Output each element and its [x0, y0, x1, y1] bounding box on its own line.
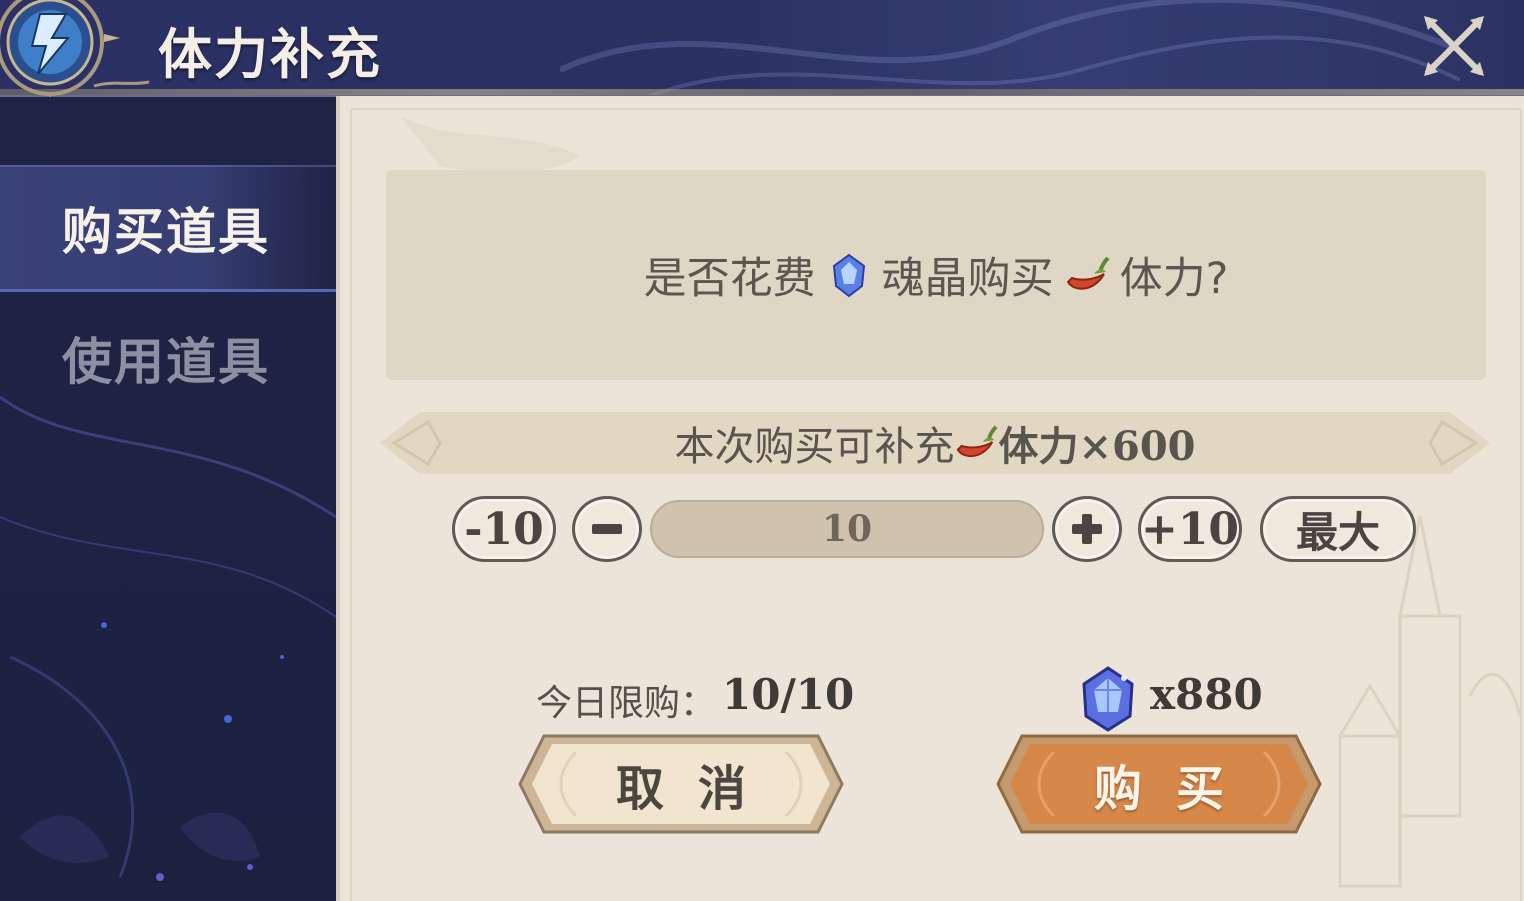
- ribbon-prefix: 本次购买可补充: [674, 424, 955, 470]
- plus-icon: [1072, 514, 1102, 544]
- tab-buy-items-label: 购买道具: [62, 202, 270, 261]
- tab-use-items-label: 使用道具: [62, 332, 270, 391]
- soul-crystal-icon: [1082, 666, 1134, 732]
- daily-limit-value: 10/10: [722, 670, 855, 719]
- stamina-pepper-icon: [1064, 252, 1110, 298]
- soul-crystal-icon: [826, 252, 872, 298]
- title-bar: 体力补充: [0, 0, 1524, 97]
- cost-value: x880: [1150, 670, 1263, 719]
- minus-10-button[interactable]: -10: [452, 496, 556, 562]
- close-icon: [1424, 16, 1484, 76]
- tab-buy-items[interactable]: 购买道具: [0, 165, 336, 292]
- page-title: 体力补充: [158, 22, 382, 86]
- minus-icon: [592, 524, 622, 534]
- buy-button[interactable]: 购买: [994, 732, 1324, 836]
- plus-10-button[interactable]: +10: [1138, 496, 1242, 562]
- daily-limit-label: 今日限购：: [536, 683, 717, 724]
- purchase-panel: 是否花费 魂晶购买 体力? 本次购买可补充 体力×600 -10 10 +10 …: [336, 96, 1524, 901]
- question-text-1: 是否花费: [643, 254, 816, 304]
- stamina-pepper-icon: [954, 421, 998, 465]
- minus-button[interactable]: [572, 496, 642, 562]
- header-swirl-decoration: [560, 0, 1460, 95]
- question-text-3: 体力?: [1119, 254, 1229, 304]
- ribbon-text: 本次购买可补充 体力×600: [380, 408, 1490, 478]
- close-button[interactable]: [1420, 12, 1488, 80]
- cancel-label: 取消: [615, 761, 780, 817]
- max-button[interactable]: 最大: [1260, 496, 1416, 562]
- info-ribbon: 本次购买可补充 体力×600: [380, 408, 1490, 478]
- tab-use-items[interactable]: 使用道具: [0, 297, 336, 419]
- question-box: 是否花费 魂晶购买 体力?: [386, 170, 1486, 380]
- purchase-question: 是否花费 魂晶购买 体力?: [386, 170, 1486, 380]
- quantity-field[interactable]: 10: [650, 500, 1044, 558]
- cancel-button[interactable]: 取消: [516, 732, 846, 836]
- sidebar: 购买道具 使用道具: [0, 97, 336, 901]
- buy-label: 购买: [1093, 761, 1258, 817]
- plus-button[interactable]: [1052, 496, 1122, 562]
- question-text-2: 魂晶购买: [881, 254, 1054, 304]
- ribbon-suffix: 体力×600: [998, 423, 1196, 470]
